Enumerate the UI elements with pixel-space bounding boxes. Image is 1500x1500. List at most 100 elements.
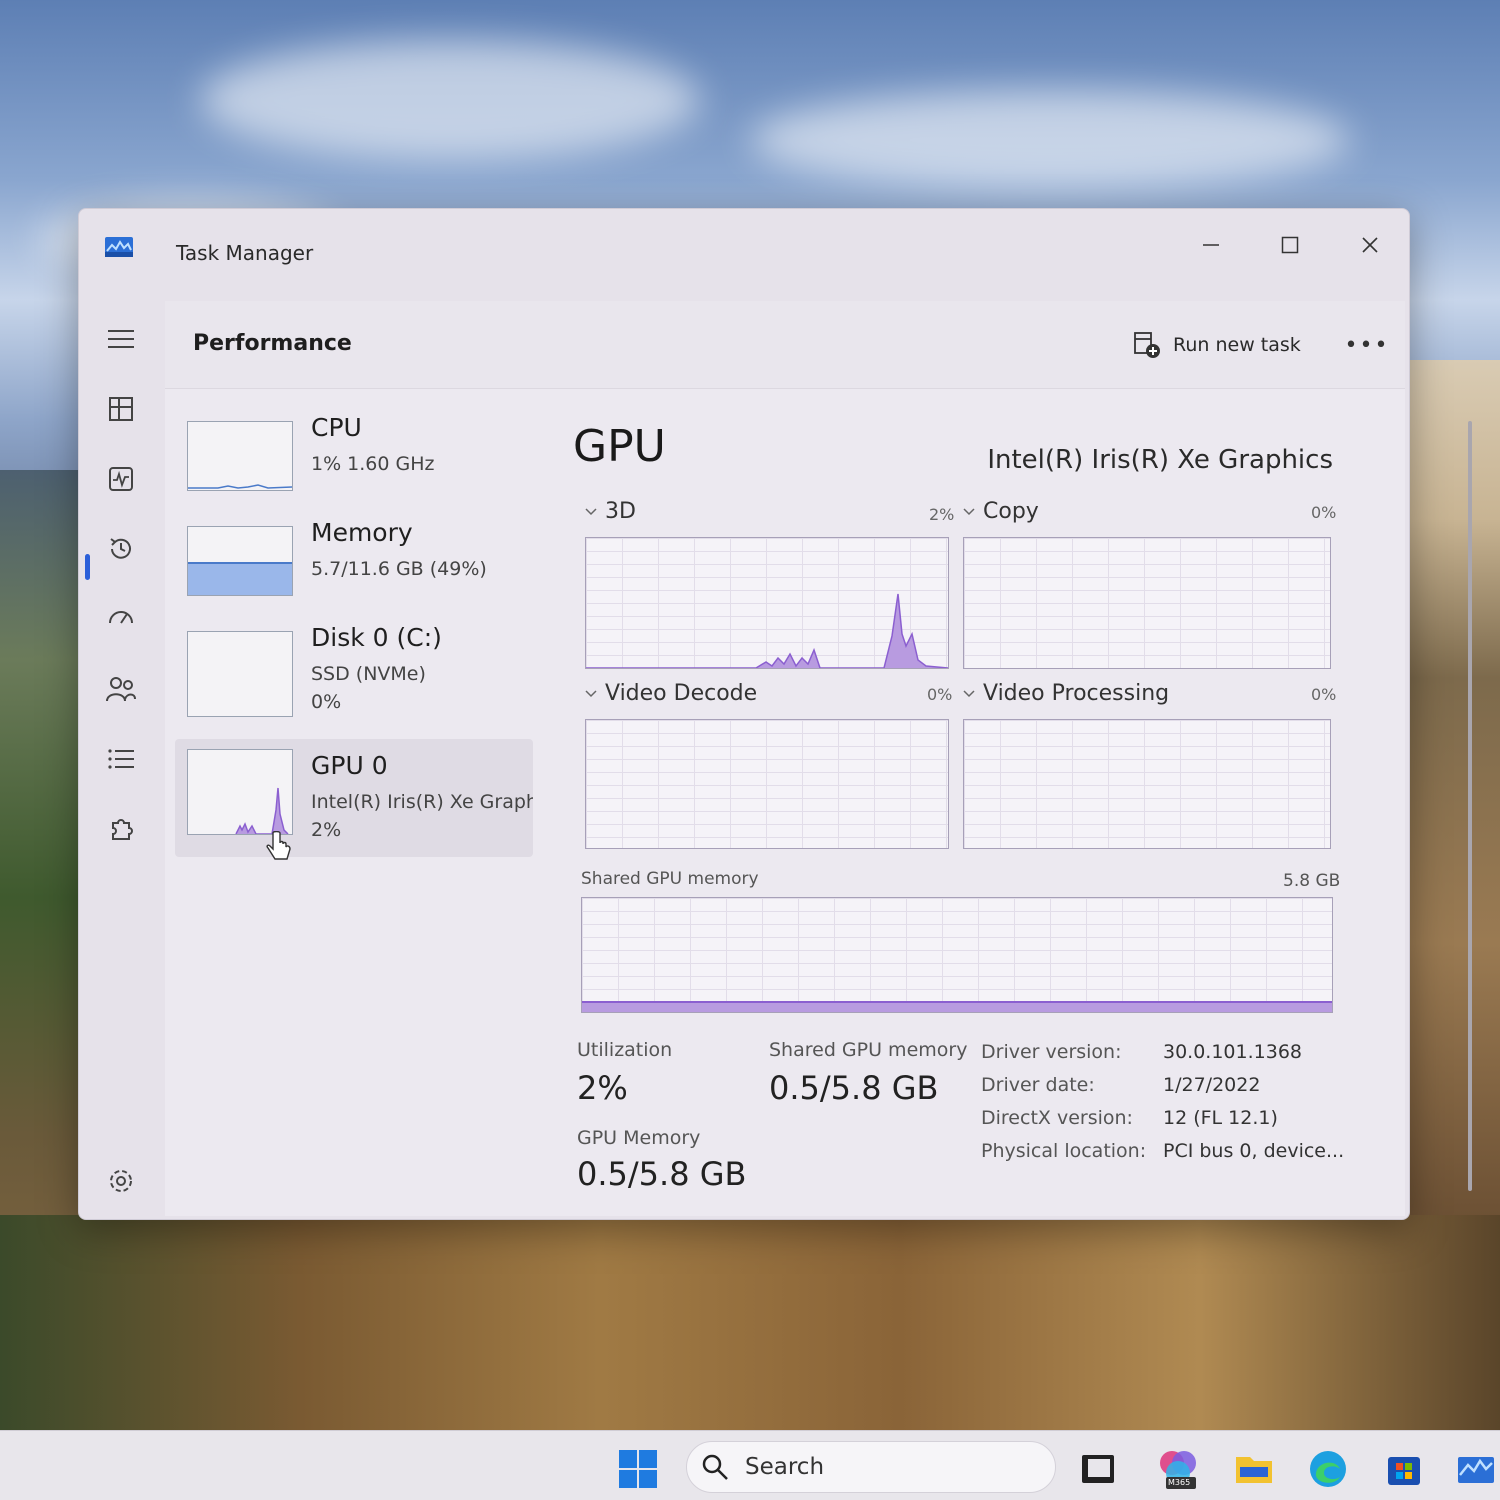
maximize-icon <box>1281 236 1299 254</box>
engine-label: Video Processing <box>983 681 1170 706</box>
run-task-icon <box>1134 332 1160 358</box>
hamburger-menu-button[interactable] <box>101 319 141 359</box>
close-icon <box>1362 237 1378 253</box>
engine-3d-graph <box>585 537 949 669</box>
physical-location-value: PCI bus 0, device... <box>1163 1140 1345 1162</box>
performance-icon <box>109 467 133 491</box>
driver-version-value: 30.0.101.1368 <box>1163 1041 1303 1063</box>
device-item-cpu[interactable]: CPU 1% 1.60 GHz <box>175 411 533 529</box>
close-button[interactable] <box>1343 223 1397 267</box>
search-label: Search <box>745 1454 825 1480</box>
engine-video-decode-graph <box>585 719 949 849</box>
scrollbar[interactable] <box>1468 421 1472 1191</box>
run-new-task-button[interactable]: Run new task <box>1133 327 1301 363</box>
shared-memory-graph-label: Shared GPU memory <box>581 869 759 889</box>
engine-copy-graph <box>963 537 1331 669</box>
device-usage: 0% <box>311 691 342 713</box>
task-view-icon[interactable] <box>1078 1449 1118 1489</box>
nav-selected-indicator <box>85 554 90 580</box>
utilization-label: Utilization <box>577 1039 673 1061</box>
physical-location-key: Physical location: <box>981 1140 1147 1162</box>
taskbar-search[interactable]: Search <box>686 1441 1056 1493</box>
gpu-heading: GPU <box>573 421 666 472</box>
engine-3d-selector[interactable]: 3D <box>585 499 636 524</box>
device-detail: 1% 1.60 GHz <box>311 453 435 475</box>
file-explorer-icon[interactable] <box>1234 1449 1274 1489</box>
task-manager-taskbar-icon[interactable] <box>1456 1449 1496 1489</box>
directx-version-key: DirectX version: <box>981 1107 1133 1129</box>
speedometer-icon <box>109 611 133 624</box>
taskbar: Search M365 <box>0 1430 1500 1500</box>
device-name: CPU <box>311 413 362 442</box>
memory-thumbnail <box>187 526 293 596</box>
edge-browser-icon[interactable] <box>1308 1449 1348 1489</box>
more-options-button[interactable]: ••• <box>1345 325 1388 365</box>
wallpaper-bottom <box>0 1215 1500 1430</box>
gpu-memory-label: GPU Memory <box>577 1127 701 1149</box>
gpu-thumbnail <box>187 749 293 835</box>
engine-label: Video Decode <box>605 681 758 706</box>
nav-performance[interactable] <box>101 459 141 499</box>
nav-users[interactable] <box>101 669 141 709</box>
nav-rail <box>79 299 165 1219</box>
hamburger-icon <box>108 330 134 348</box>
list-icon <box>108 749 134 769</box>
nav-startup-apps[interactable] <box>101 599 141 639</box>
driver-date-value: 1/27/2022 <box>1163 1074 1261 1096</box>
gpu-model-name: Intel(R) Iris(R) Xe Graphics <box>987 445 1333 475</box>
device-item-memory[interactable]: Memory 5.7/11.6 GB (49%) <box>175 516 533 634</box>
task-manager-icon <box>105 237 133 257</box>
history-icon <box>110 538 131 559</box>
shared-memory-label: Shared GPU memory <box>769 1039 968 1061</box>
utilization-value: 2% <box>577 1069 628 1107</box>
minimize-icon <box>1203 244 1219 246</box>
engine-percent: 0% <box>1311 685 1337 704</box>
microsoft-store-icon[interactable] <box>1384 1449 1424 1489</box>
nav-app-history[interactable] <box>101 529 141 569</box>
task-manager-window: Task Manager Performance Run new task ••… <box>78 208 1472 1220</box>
cpu-thumbnail <box>187 421 293 491</box>
engine-copy-selector[interactable]: Copy <box>963 499 1039 524</box>
engine-video-processing-selector[interactable]: Video Processing <box>963 681 1169 706</box>
content-pane: Performance Run new task ••• CPU 1% 1.60… <box>165 301 1472 1216</box>
device-detail: 5.7/11.6 GB (49%) <box>311 558 487 580</box>
cpu-thumb-graph <box>188 484 293 489</box>
device-item-disk[interactable]: Disk 0 (C:) SSD (NVMe) 0% <box>175 621 533 739</box>
nav-details[interactable] <box>101 739 141 779</box>
shared-memory-value: 0.5/5.8 GB <box>769 1069 939 1107</box>
maximize-button[interactable] <box>1263 223 1317 267</box>
device-name: Disk 0 (C:) <box>311 623 442 652</box>
hand-cursor-icon <box>266 831 291 860</box>
users-icon <box>106 677 136 702</box>
window-title: Task Manager <box>176 241 314 265</box>
title-bar[interactable]: Task Manager <box>79 209 1409 299</box>
minimize-button[interactable] <box>1184 223 1238 267</box>
settings-button[interactable] <box>101 1161 141 1201</box>
m365-badge: M365 <box>1168 1478 1191 1487</box>
driver-version-key: Driver version: <box>981 1041 1122 1063</box>
engine-video-decode-selector[interactable]: Video Decode <box>585 681 757 706</box>
gear-icon <box>110 1170 132 1192</box>
device-name: Memory <box>311 518 413 547</box>
run-task-label: Run new task <box>1173 334 1301 356</box>
nav-processes[interactable] <box>101 389 141 429</box>
gpu-detail-panel: GPU Intel(R) Iris(R) Xe Graphics 3D 2% C… <box>573 411 1345 1211</box>
windows-start-button[interactable] <box>618 1449 658 1489</box>
chevron-down-icon <box>585 507 597 515</box>
shared-memory-fill <box>582 1001 1332 1012</box>
page-title: Performance <box>193 331 352 356</box>
engine-3d-usage-line <box>586 593 949 669</box>
device-detail: SSD (NVMe) <box>311 663 426 685</box>
engine-label: Copy <box>983 499 1039 524</box>
device-item-gpu[interactable]: GPU 0 Intel(R) Iris(R) Xe Graphi 2% <box>175 739 533 860</box>
gpu-memory-value: 0.5/5.8 GB <box>577 1155 747 1193</box>
page-header: Performance Run new task ••• <box>165 301 1405 389</box>
device-name: GPU 0 <box>311 751 388 780</box>
nav-services[interactable] <box>101 809 141 849</box>
search-icon <box>702 1454 728 1480</box>
device-detail: Intel(R) Iris(R) Xe Graphi <box>311 791 533 813</box>
chevron-down-icon <box>963 689 975 697</box>
microsoft-365-app[interactable]: M365 <box>1156 1447 1200 1491</box>
driver-date-key: Driver date: <box>981 1074 1095 1096</box>
shared-memory-graph <box>581 897 1333 1013</box>
